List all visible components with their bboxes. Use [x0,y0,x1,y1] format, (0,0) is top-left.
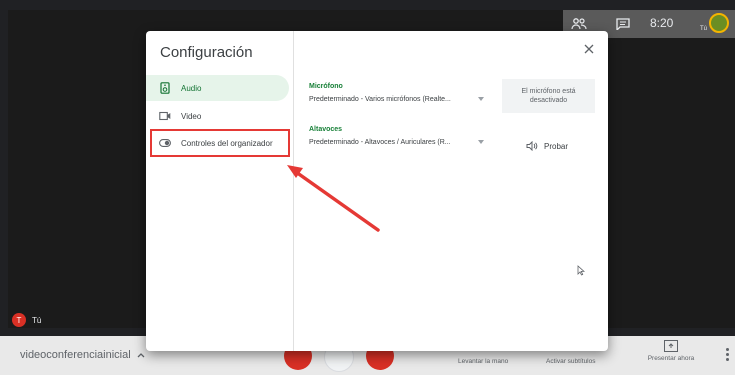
meet-window: 8:20 Tú T Tú videoconferenciainicial Lev… [0,0,735,375]
annotation-arrow [287,165,380,232]
